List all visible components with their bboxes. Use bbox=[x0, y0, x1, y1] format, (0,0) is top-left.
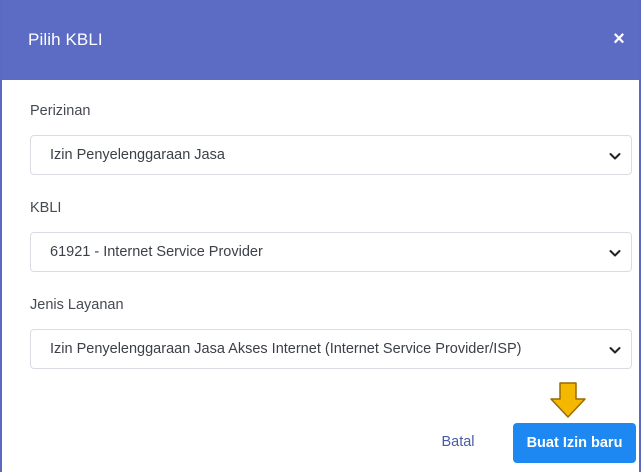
chevron-down-icon bbox=[609, 250, 621, 257]
dialog-header: Pilih KBLI × bbox=[2, 0, 639, 80]
arrow-down-icon bbox=[550, 382, 586, 418]
jenis-layanan-select[interactable]: Izin Penyelenggaraan Jasa Akses Internet… bbox=[30, 329, 632, 369]
chevron-down-icon bbox=[609, 347, 621, 354]
jenis-layanan-selected-value: Izin Penyelenggaraan Jasa Akses Internet… bbox=[50, 341, 522, 357]
perizinan-label: Perizinan bbox=[30, 103, 91, 119]
dialog-title: Pilih KBLI bbox=[28, 30, 103, 49]
perizinan-select[interactable]: Izin Penyelenggaraan Jasa bbox=[30, 135, 632, 175]
kbli-selected-value: 61921 - Internet Service Provider bbox=[50, 244, 263, 260]
jenis-layanan-label: Jenis Layanan bbox=[30, 297, 124, 313]
chevron-down-icon bbox=[609, 153, 621, 160]
cancel-button[interactable]: Batal bbox=[428, 422, 488, 462]
perizinan-selected-value: Izin Penyelenggaraan Jasa bbox=[50, 147, 225, 163]
close-icon[interactable]: × bbox=[611, 29, 627, 49]
create-new-permit-button[interactable]: Buat Izin baru bbox=[513, 423, 636, 463]
kbli-select[interactable]: 61921 - Internet Service Provider bbox=[30, 232, 632, 272]
kbli-label: KBLI bbox=[30, 200, 62, 216]
pilih-kbli-dialog: Pilih KBLI × Perizinan Izin Penyelenggar… bbox=[0, 0, 641, 472]
